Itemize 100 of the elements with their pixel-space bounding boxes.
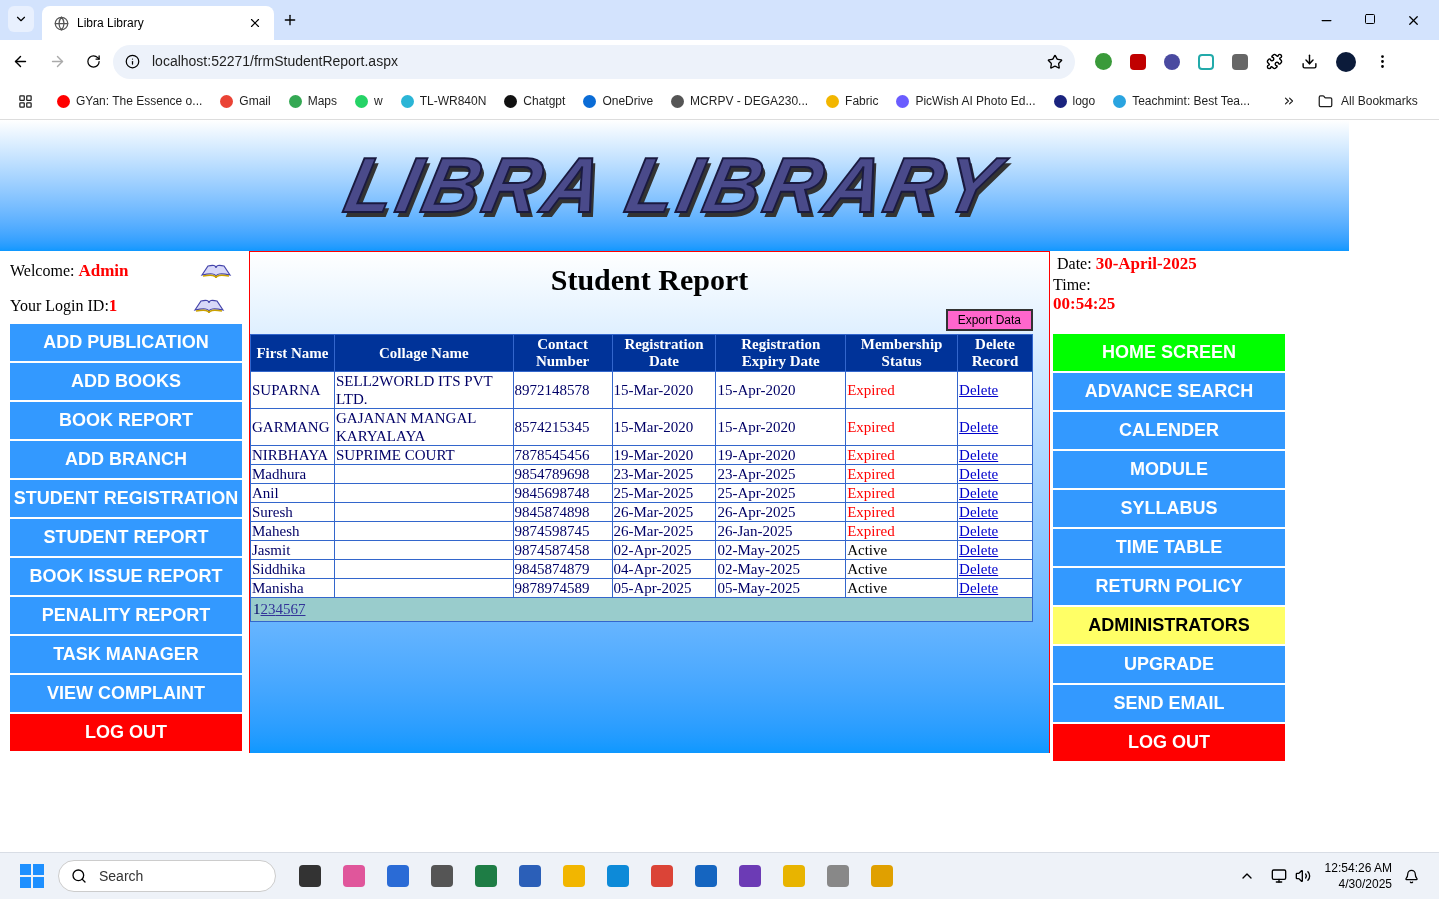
download-icon[interactable] (1301, 53, 1318, 70)
bookmark-favicon-icon (896, 94, 910, 108)
table-cell: Manisha (250, 578, 335, 598)
bookmark-item[interactable]: GYan: The Essence o... (57, 92, 203, 110)
taskbar-search-field[interactable]: Search (58, 860, 276, 892)
new-tab-icon[interactable] (282, 12, 298, 28)
close-icon[interactable] (248, 16, 262, 30)
page-link[interactable]: 6 (290, 601, 298, 618)
column-header: Collage Name (334, 334, 514, 372)
reload-icon[interactable] (86, 54, 101, 69)
table-cell: 05-Apr-2025 (612, 578, 716, 598)
back-icon[interactable] (12, 53, 29, 70)
column-header: Registration Expiry Date (715, 334, 846, 372)
taskbar-app-icon[interactable] (739, 865, 761, 887)
column-header: Registration Date (612, 334, 716, 372)
notification-icon[interactable] (1404, 868, 1419, 884)
menu-button[interactable]: ADMINISTRATORS (1053, 607, 1285, 644)
table-cell: 9878974589 (513, 578, 612, 598)
all-bookmarks-item[interactable]: All Bookmarks (1318, 92, 1418, 110)
status-cell: Expired (845, 464, 958, 484)
bookmark-item[interactable]: Teachmint: Best Tea... (1113, 92, 1251, 110)
table-cell: 04-Apr-2025 (612, 559, 716, 579)
table-cell: 8972148578 (513, 371, 612, 409)
apps-icon[interactable] (18, 93, 33, 109)
profile-avatar[interactable] (1336, 51, 1356, 72)
date-text: Date: 30-April-2025 (1056, 255, 1198, 273)
taskbar-app-icon[interactable] (695, 865, 717, 887)
table-cell: 02-Apr-2025 (612, 540, 716, 560)
table-cell: 23-Mar-2025 (612, 464, 716, 484)
volume-icon[interactable] (1294, 868, 1311, 884)
page-link[interactable]: 2 (260, 601, 268, 618)
bookmark-favicon-icon (57, 94, 70, 108)
taskbar-app-icon[interactable] (387, 865, 409, 887)
folder-icon (1318, 93, 1334, 109)
square-extension-icon[interactable] (1232, 53, 1248, 70)
address-bar[interactable]: localhost:52271/frmStudentReport.aspx (113, 44, 1075, 79)
menu-button[interactable]: LOG OUT (10, 714, 242, 751)
taskbar-app-icon[interactable] (431, 865, 453, 887)
table-cell: 9845874879 (513, 559, 612, 579)
open-book-icon (193, 299, 225, 313)
welcome-text: Welcome: Admin (10, 260, 129, 283)
column-header: First Name (250, 334, 335, 372)
browser-tab[interactable]: Libra Library (42, 6, 274, 40)
export-data-button[interactable]: Export Data (945, 309, 1033, 331)
table-cell: SUPRIME COURT (334, 445, 514, 465)
bookmark-item[interactable]: Fabric (826, 92, 879, 110)
table-cell: SELL2WORLD ITS PVT LTD. (334, 371, 514, 409)
bookmark-item[interactable]: PicWish AI Photo Ed... (896, 92, 1036, 110)
tab-list-button[interactable] (8, 6, 34, 32)
bookmark-item[interactable]: MCRPV - DEGA230... (671, 92, 809, 110)
table-cell: SUPARNA (250, 371, 335, 409)
circle-extension-icon[interactable] (1164, 53, 1180, 70)
table-cell: 9874587458 (513, 540, 612, 560)
bookmark-favicon-icon (220, 94, 234, 108)
status-cell: Expired (845, 371, 958, 409)
table-cell: 9874598745 (513, 521, 612, 541)
network-icon[interactable] (1270, 868, 1287, 884)
windows-start-icon[interactable] (20, 864, 44, 888)
maximize-icon[interactable] (1364, 13, 1376, 25)
close-window-icon[interactable] (1406, 13, 1421, 28)
bookmark-favicon-icon (1113, 94, 1127, 108)
bookmark-item[interactable]: w (355, 92, 383, 110)
tab-title: Libra Library (77, 15, 145, 32)
page-link[interactable]: 3 (268, 601, 276, 618)
table-cell: 02-May-2025 (715, 559, 846, 579)
table-cell: Jasmit (250, 540, 335, 560)
page-link[interactable]: 4 (275, 601, 283, 618)
table-cell: 15-Apr-2020 (715, 408, 846, 446)
status-cell: Expired (845, 445, 958, 465)
info-icon (125, 54, 140, 69)
table-cell: Siddhika (250, 559, 335, 579)
bookmark-favicon-icon (400, 94, 414, 108)
page-link[interactable]: 1 (253, 601, 261, 618)
star-icon[interactable] (1047, 53, 1063, 70)
taskbar-app-icon[interactable] (475, 865, 497, 887)
bookmark-item[interactable]: Gmail (220, 92, 271, 110)
table-cell: 7878545456 (513, 445, 612, 465)
bookmark-favicon-icon (1053, 94, 1067, 108)
table-cell: 15-Mar-2020 (612, 371, 716, 409)
menu-button[interactable]: LOG OUT (1053, 724, 1285, 761)
taskbar-app-icon[interactable] (299, 865, 321, 887)
extensions-icon[interactable] (1266, 53, 1283, 70)
page-link[interactable]: 7 (298, 601, 306, 618)
globe-icon (54, 15, 69, 31)
search-icon (71, 868, 87, 884)
status-cell: Expired (845, 502, 958, 522)
table-cell: 02-May-2025 (715, 540, 846, 560)
bookmark-item[interactable]: TL-WR840N (400, 92, 487, 110)
table-cell: Anil (250, 483, 335, 503)
bookmark-item[interactable]: logo (1053, 92, 1096, 110)
bookmark-item[interactable]: OneDrive (583, 92, 654, 110)
table-cell: 15-Mar-2020 (612, 408, 716, 446)
status-cell: Active (845, 559, 958, 579)
table-cell: 26-Jan-2025 (715, 521, 846, 541)
bookmark-item[interactable]: Chatgpt (504, 92, 566, 110)
bookmark-item[interactable]: Maps (288, 92, 337, 110)
taskbar-app-icon[interactable] (519, 865, 541, 887)
taskbar-clock[interactable]: 12:54:26 AM 4/30/2025 (1324, 860, 1392, 892)
page-link[interactable]: 5 (283, 601, 291, 618)
table-cell: 9854789698 (513, 464, 612, 484)
